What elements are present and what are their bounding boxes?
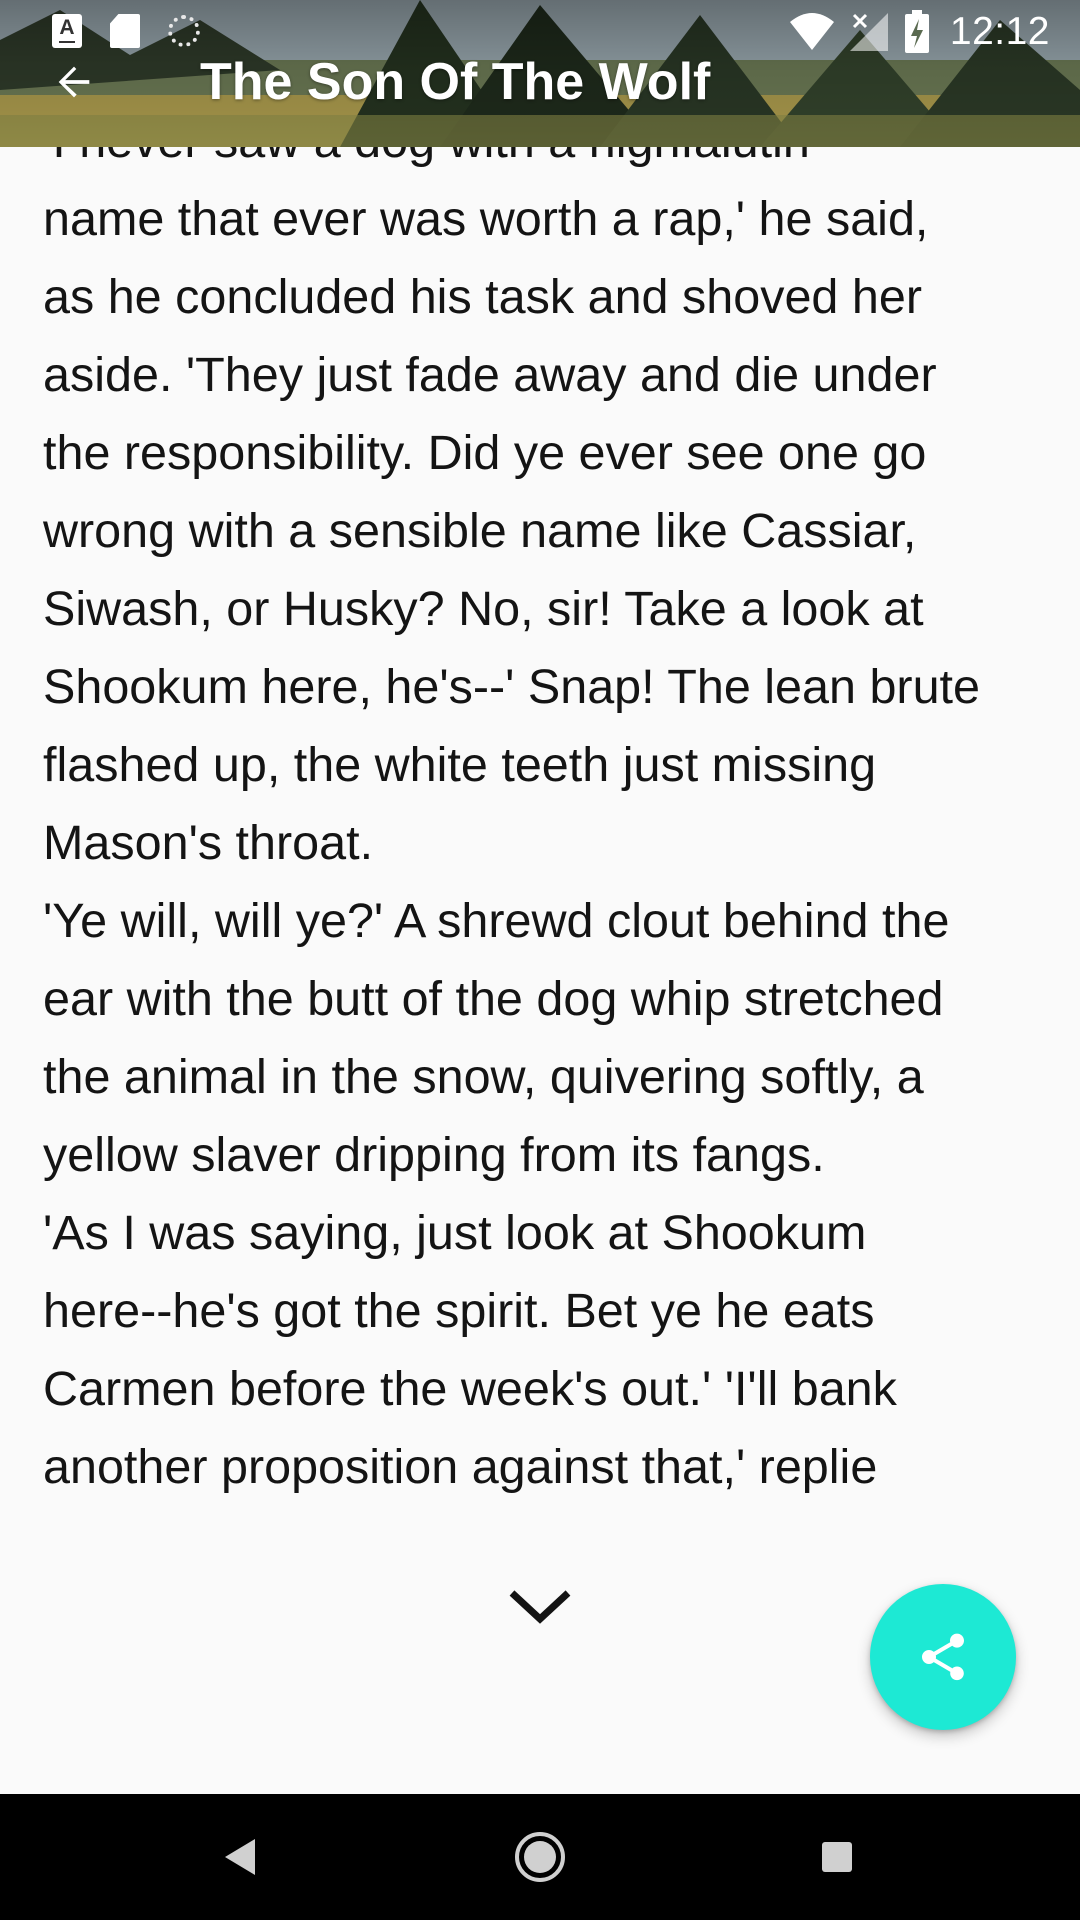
scroll-more-button[interactable] xyxy=(500,1572,580,1642)
reader-screen: A 12:12 The Son Of The Wolf name that ev… xyxy=(0,0,1080,1920)
story-text: 'I never saw a dog with a highfalutin na… xyxy=(43,147,980,1494)
nav-home-icon xyxy=(515,1832,565,1882)
system-nav-bar xyxy=(0,1794,1080,1920)
page-title: The Son Of The Wolf xyxy=(200,53,711,111)
share-icon xyxy=(922,1633,964,1681)
nav-recents-button[interactable] xyxy=(797,1817,877,1897)
arrow-back-icon xyxy=(58,66,90,98)
back-button[interactable] xyxy=(38,46,110,118)
nav-back-icon xyxy=(225,1839,255,1875)
app-header: A 12:12 The Son Of The Wolf xyxy=(0,0,1080,147)
nav-home-button[interactable] xyxy=(500,1817,580,1897)
nav-recents-icon xyxy=(822,1842,852,1872)
reader-content[interactable]: 'I never saw a dog with a highfalutin na… xyxy=(0,147,1080,1547)
app-bar: The Son Of The Wolf xyxy=(0,38,1080,138)
chevron-down-icon xyxy=(509,1590,571,1624)
share-button[interactable] xyxy=(870,1584,1016,1730)
nav-back-button[interactable] xyxy=(201,1817,281,1897)
